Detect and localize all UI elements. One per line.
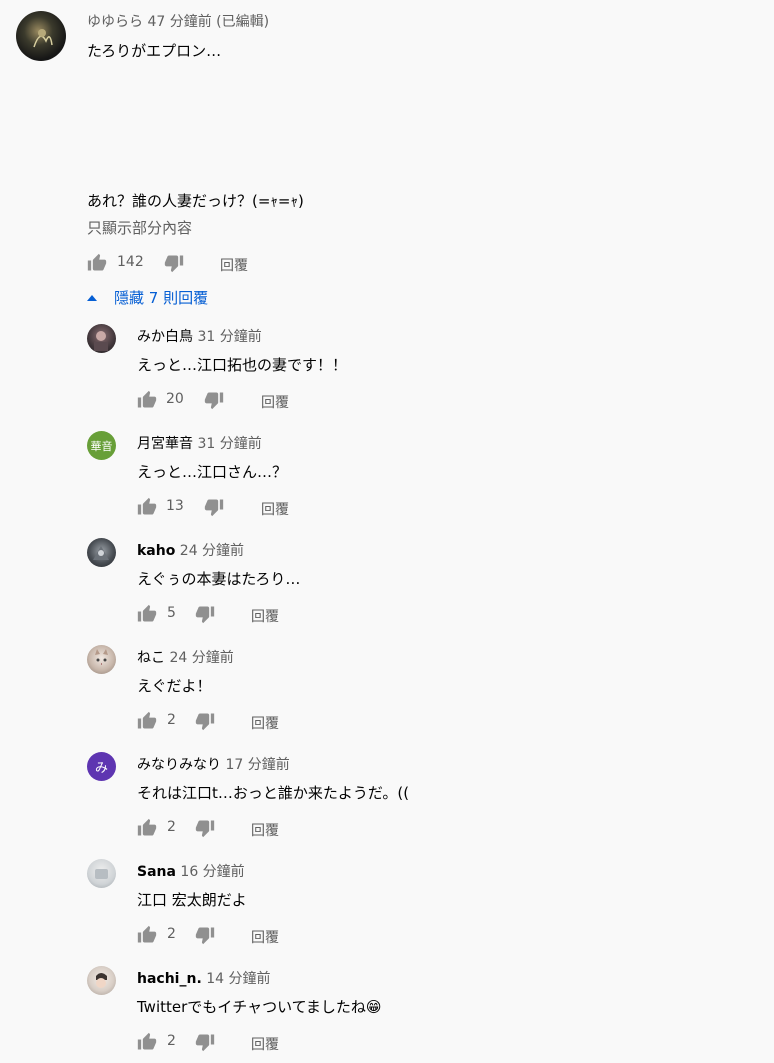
dislike-icon[interactable] <box>195 925 215 945</box>
like-icon[interactable] <box>137 390 157 410</box>
reply-toolbar: 2 回覆 <box>137 818 307 840</box>
cat-face-icon <box>95 649 108 665</box>
like-icon[interactable] <box>137 1032 157 1052</box>
like-icon[interactable] <box>137 711 157 731</box>
reply-button[interactable]: 回覆 <box>261 499 289 519</box>
dislike-icon[interactable] <box>195 711 215 731</box>
reply-button[interactable]: 回覆 <box>251 1034 279 1054</box>
reply-header: みか白鳥 31 分鐘前 <box>137 326 262 346</box>
dislike-icon[interactable] <box>195 1032 215 1052</box>
reply-text: えっと…江口さん…？ <box>137 463 288 481</box>
reply-text: えぐだよ！ <box>137 677 212 695</box>
avatar-initials: み <box>94 761 108 776</box>
timestamp[interactable]: 31 分鐘前 <box>197 436 261 452</box>
author-name[interactable]: みか白鳥 <box>137 329 193 345</box>
avatar[interactable] <box>87 645 116 674</box>
author-name[interactable]: kahо <box>137 543 175 559</box>
reply-header: 月宮華音 31 分鐘前 <box>137 433 262 453</box>
like-count: 20 <box>166 391 184 407</box>
reply-header: ねこ 24 分鐘前 <box>137 647 234 667</box>
reply-text: それは江口t…おっと誰か来たようだ。(( <box>137 784 410 802</box>
reply-toolbar: 5 回覆 <box>137 604 307 626</box>
hide-replies-label: 隱藏 7 則回覆 <box>114 289 209 307</box>
like-count: 2 <box>167 1033 176 1049</box>
like-count: 2 <box>167 819 176 835</box>
like-count: 2 <box>167 926 176 942</box>
reply-button[interactable]: 回覆 <box>251 820 279 840</box>
timestamp[interactable]: 31 分鐘前 <box>197 329 261 345</box>
caret-up-icon <box>87 294 97 301</box>
reply-button[interactable]: 回覆 <box>251 713 279 733</box>
avatar[interactable] <box>87 966 116 995</box>
author-name[interactable]: 月宮華音 <box>137 436 193 452</box>
reply-header: Sana 16 分鐘前 <box>137 861 245 881</box>
reply-toolbar: 20 回覆 <box>137 390 317 412</box>
like-count: 2 <box>167 712 176 728</box>
timestamp[interactable]: 47 分鐘前 (已編輯) <box>147 14 269 30</box>
reply-text: えっと…江口拓也の妻です！！ <box>137 356 348 374</box>
like-icon[interactable] <box>137 818 157 838</box>
like-icon[interactable] <box>137 925 157 945</box>
like-icon[interactable] <box>137 497 157 517</box>
reply-button[interactable]: 回覆 <box>251 927 279 947</box>
read-more-link[interactable]: 只顯示部分內容 <box>87 217 192 238</box>
reply-text: えぐぅの本妻はたろり… <box>137 570 301 588</box>
avatar-image-icon <box>94 331 108 351</box>
avatar[interactable]: み <box>87 752 116 781</box>
avatar-image-icon <box>95 869 108 879</box>
dislike-icon[interactable] <box>204 390 224 410</box>
timestamp[interactable]: 24 分鐘前 <box>180 543 244 559</box>
comment-toolbar: 142 回覆 <box>87 253 287 275</box>
avatar[interactable] <box>87 324 116 353</box>
reply-button[interactable]: 回覆 <box>261 392 289 412</box>
avatar[interactable] <box>87 538 116 567</box>
reply-toolbar: 13 回覆 <box>137 497 317 519</box>
dislike-icon[interactable] <box>195 604 215 624</box>
avatar-initials: 華音 <box>90 439 113 453</box>
timestamp[interactable]: 14 分鐘前 <box>206 971 270 987</box>
reply-button[interactable]: 回覆 <box>251 606 279 626</box>
reply-text: Twitterでもイチャついてましたね😁 <box>137 998 382 1016</box>
reply-header: kahо 24 分鐘前 <box>137 540 244 560</box>
reply-toolbar: 2 回覆 <box>137 711 307 733</box>
timestamp[interactable]: 17 分鐘前 <box>225 757 289 773</box>
avatar[interactable] <box>87 859 116 888</box>
author-name[interactable]: hachi_n. <box>137 971 202 987</box>
timestamp[interactable]: 16 分鐘前 <box>180 864 244 880</box>
avatar[interactable]: 華音 <box>87 431 116 460</box>
reply-header: hachi_n. 14 分鐘前 <box>137 968 270 988</box>
author-name[interactable]: ねこ <box>137 650 165 666</box>
like-icon[interactable] <box>137 604 157 624</box>
like-icon[interactable] <box>87 253 107 273</box>
author-name[interactable]: Sana <box>137 864 176 880</box>
reply-button[interactable]: 回覆 <box>220 255 248 275</box>
comment-text-line-1: たろりがエプロン… <box>87 42 222 60</box>
comment-text-line-2: あれ？誰の人妻だっけ？(=ｬ=ｬ) <box>87 192 304 210</box>
avatar-image-icon <box>33 29 53 48</box>
reply-text: 江口 宏太朗だよ <box>137 891 247 909</box>
avatar[interactable] <box>16 11 66 61</box>
like-count: 5 <box>167 605 176 621</box>
like-count: 142 <box>117 254 144 270</box>
author-name[interactable]: ゆゆらら <box>87 14 143 30</box>
author-name[interactable]: みなりみなり <box>137 757 221 773</box>
comment-header: ゆゆらら 47 分鐘前 (已編輯) <box>87 11 269 31</box>
avatar-image-icon <box>93 546 109 560</box>
dislike-icon[interactable] <box>195 818 215 838</box>
reply-header: みなりみなり 17 分鐘前 <box>137 754 290 774</box>
dislike-icon[interactable] <box>164 253 184 273</box>
reply-toolbar: 2 回覆 <box>137 925 307 947</box>
avatar-image-icon <box>96 973 107 988</box>
reply-toolbar: 2 回覆 <box>137 1032 307 1054</box>
timestamp[interactable]: 24 分鐘前 <box>169 650 233 666</box>
hide-replies-toggle[interactable]: 隱藏 7 則回覆 <box>87 287 208 308</box>
like-count: 13 <box>166 498 184 514</box>
dislike-icon[interactable] <box>204 497 224 517</box>
